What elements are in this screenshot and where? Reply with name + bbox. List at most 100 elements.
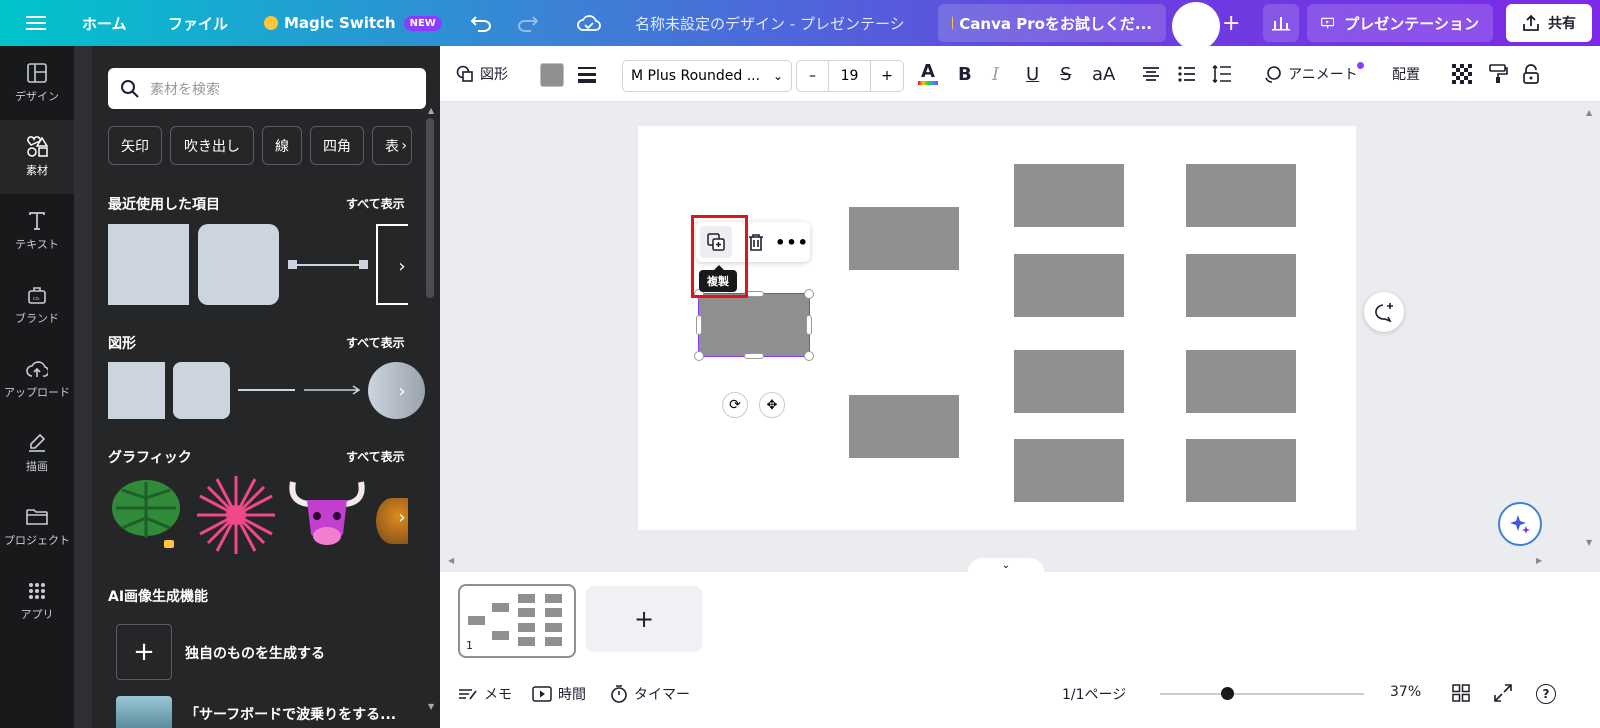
more-options-icon[interactable]: ••• — [775, 226, 808, 258]
notes-button[interactable]: メモ — [458, 684, 512, 704]
monstera-leaf-graphic[interactable] — [108, 474, 184, 554]
menu-icon[interactable] — [26, 0, 46, 46]
fill-color-swatch[interactable] — [540, 63, 564, 87]
paint-roller-icon[interactable] — [1488, 46, 1508, 102]
recent-square[interactable] — [108, 224, 189, 305]
font-family-select[interactable]: M Plus Rounded ... ⌄ — [622, 60, 792, 92]
rectangle[interactable] — [849, 207, 959, 270]
chip-square[interactable]: 四角 — [310, 126, 364, 165]
font-size-increase[interactable]: + — [871, 61, 903, 91]
align-center-icon[interactable] — [1142, 46, 1160, 102]
nav-projects[interactable]: プロジェクト — [0, 490, 74, 564]
resize-handle-e[interactable] — [806, 315, 812, 335]
shape-square[interactable] — [108, 362, 165, 419]
magic-sparkle-icon[interactable] — [1498, 502, 1542, 546]
chip-table[interactable]: 表 › — [372, 126, 412, 165]
scroll-down-icon[interactable]: ▼ — [1586, 538, 1592, 547]
position-button[interactable]: 配置 — [1392, 46, 1420, 102]
shape-arrow-line[interactable] — [304, 382, 361, 398]
shapes-see-all[interactable]: すべて表示 — [346, 334, 405, 351]
duration-button[interactable]: 時間 — [532, 684, 586, 704]
bull-head-graphic[interactable] — [285, 476, 369, 556]
graphics-see-all[interactable]: すべて表示 — [346, 448, 405, 465]
font-size-input[interactable]: 19 — [829, 61, 871, 91]
resize-handle-ne[interactable] — [804, 289, 814, 299]
resize-handle-se[interactable] — [804, 351, 814, 361]
canva-pro-button[interactable]: Canva Proをお試しくだ... — [938, 4, 1166, 42]
animate-button[interactable]: アニメート — [1262, 46, 1364, 102]
nav-uploads[interactable]: アップロード — [0, 342, 74, 416]
scroll-down-icon[interactable]: ▼ — [428, 702, 434, 711]
rectangle[interactable] — [1014, 254, 1124, 317]
present-button[interactable]: プレゼンテーション — [1307, 4, 1493, 42]
panel-scrollbar[interactable] — [426, 118, 434, 298]
home-button[interactable]: ホーム — [82, 0, 127, 46]
generate-label[interactable]: 独自のものを生成する — [185, 643, 325, 663]
rectangle[interactable] — [1186, 254, 1296, 317]
nav-draw[interactable]: 描画 — [0, 416, 74, 490]
scroll-right-icon[interactable]: ▶ — [1536, 556, 1542, 565]
file-menu-button[interactable]: ファイル — [168, 0, 228, 46]
add-page-button[interactable]: + — [586, 586, 702, 652]
search-input[interactable]: 素材を検索 — [108, 68, 426, 109]
add-comment-icon[interactable] — [1364, 292, 1404, 332]
border-style-icon[interactable] — [576, 46, 598, 102]
surf-label[interactable]: 「サーフボードで波乗りをする... — [185, 704, 396, 724]
bold-icon[interactable]: B — [958, 46, 972, 102]
cloud-saved-icon[interactable] — [577, 0, 601, 46]
rectangle[interactable] — [1186, 350, 1296, 413]
shape-tool-button[interactable]: 図形 — [456, 46, 508, 102]
letter-case-icon[interactable]: aA — [1092, 46, 1115, 102]
document-title[interactable]: 名称未設定のデザイン - プレゼンテーシ... — [635, 0, 905, 46]
zoom-level[interactable]: 37% — [1390, 684, 1421, 700]
grid-view-icon[interactable] — [1452, 684, 1470, 702]
strikethrough-icon[interactable]: S — [1060, 46, 1071, 102]
recent-see-all[interactable]: すべて表示 — [346, 195, 405, 212]
recent-line[interactable] — [288, 257, 368, 273]
rectangle[interactable] — [1014, 350, 1124, 413]
lock-icon[interactable] — [1522, 46, 1540, 102]
chevron-right-icon[interactable]: › — [386, 376, 418, 406]
chevron-right-icon[interactable]: › — [386, 251, 418, 281]
recent-rounded-square[interactable] — [198, 224, 279, 305]
surf-thumbnail[interactable] — [116, 696, 172, 728]
rectangle[interactable] — [1014, 164, 1124, 227]
move-icon[interactable]: ✥ — [759, 392, 785, 418]
starburst-graphic[interactable] — [195, 474, 277, 556]
rectangle[interactable] — [1014, 439, 1124, 502]
transparency-icon[interactable] — [1452, 46, 1472, 102]
timer-button[interactable]: タイマー — [610, 684, 690, 704]
resize-handle-s[interactable] — [744, 353, 764, 359]
undo-icon[interactable] — [470, 0, 492, 46]
text-color-button[interactable]: A — [918, 46, 938, 102]
expand-pages-handle[interactable]: ⌄ — [968, 558, 1044, 572]
resize-handle-w[interactable] — [696, 315, 702, 335]
underline-icon[interactable]: U — [1026, 46, 1039, 102]
help-icon[interactable]: ? — [1536, 684, 1556, 704]
font-size-decrease[interactable]: – — [797, 61, 829, 91]
chevron-right-icon[interactable]: › — [386, 502, 418, 532]
nav-design[interactable]: デザイン — [0, 46, 74, 120]
zoom-slider[interactable] — [1160, 687, 1364, 700]
selected-rectangle[interactable] — [698, 293, 810, 357]
avatar[interactable] — [1172, 2, 1220, 50]
scroll-up-icon[interactable]: ▲ — [428, 106, 434, 115]
share-button[interactable]: 共有 — [1506, 4, 1592, 42]
add-collaborator-icon[interactable]: + — [1222, 0, 1240, 46]
generate-plus-button[interactable]: + — [116, 624, 172, 680]
shape-line[interactable] — [238, 389, 295, 391]
fullscreen-icon[interactable] — [1494, 684, 1512, 702]
rectangle[interactable] — [1186, 439, 1296, 502]
chip-line[interactable]: 線 — [262, 126, 302, 165]
resize-handle-sw[interactable] — [694, 351, 704, 361]
italic-icon[interactable]: I — [992, 46, 999, 102]
scroll-left-icon[interactable]: ◀ — [448, 556, 454, 565]
nav-text[interactable]: テキスト — [0, 194, 74, 268]
chip-arrow[interactable]: 矢印 — [108, 126, 162, 165]
rotate-icon[interactable]: ⟳ — [722, 392, 748, 418]
page-count[interactable]: 1/1ページ — [1062, 684, 1126, 704]
shape-rounded-square[interactable] — [173, 362, 230, 419]
rectangle[interactable] — [849, 395, 959, 458]
nav-brand[interactable]: co. ブランド — [0, 268, 74, 342]
redo-icon[interactable] — [517, 0, 539, 46]
